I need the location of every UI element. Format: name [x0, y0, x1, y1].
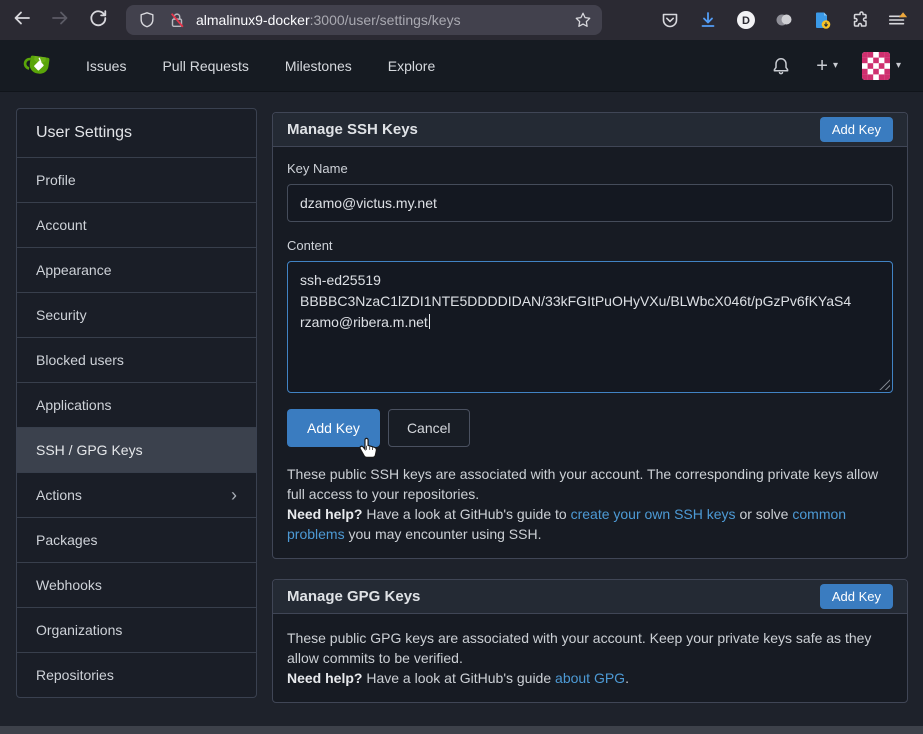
- ssh-panel-body: Key Name Content ssh-ed25519 BBBBC3NzaC1…: [273, 147, 907, 558]
- url-text: almalinux9-docker:3000/user/settings/key…: [196, 12, 461, 28]
- url-path: :3000/user/settings/keys: [310, 12, 461, 28]
- sidebar-item-account[interactable]: Account: [17, 202, 256, 247]
- create-ssh-keys-link[interactable]: create your own SSH keys: [571, 506, 736, 522]
- gpg-header-add-key-button[interactable]: Add Key: [820, 584, 893, 609]
- sidebar-item-ssh-gpg-keys[interactable]: SSH / GPG Keys: [17, 427, 256, 472]
- forward-icon: [50, 8, 70, 33]
- menu-hamburger-icon[interactable]: [887, 9, 909, 31]
- need-help-label: Need help?: [287, 670, 362, 686]
- gpg-panel-title: Manage GPG Keys: [287, 588, 420, 605]
- sidebar-item-security[interactable]: Security: [17, 292, 256, 337]
- chevron-right-icon: ›: [231, 486, 237, 504]
- nav-link-explore[interactable]: Explore: [388, 58, 435, 74]
- plus-icon: +: [816, 56, 828, 76]
- sidebar-item-packages[interactable]: Packages: [17, 517, 256, 562]
- sidebar-item-repositories[interactable]: Repositories: [17, 652, 256, 697]
- cancel-button[interactable]: Cancel: [388, 409, 470, 447]
- resize-grip[interactable]: [879, 379, 890, 390]
- pocket-icon[interactable]: [659, 9, 681, 31]
- extension-gray-icon[interactable]: [773, 9, 795, 31]
- about-gpg-link[interactable]: about GPG: [555, 670, 625, 686]
- sidebar-title: User Settings: [17, 109, 256, 157]
- key-name-input[interactable]: [287, 184, 893, 222]
- svg-text:D: D: [742, 15, 750, 27]
- notifications-bell-icon[interactable]: [770, 55, 792, 77]
- main-column: Manage SSH Keys Add Key Key Name Content…: [272, 112, 908, 703]
- content-field: Content ssh-ed25519 BBBBC3NzaC1lZDI1NTE5…: [287, 238, 893, 393]
- nav-links: Issues Pull Requests Milestones Explore: [86, 58, 435, 74]
- forward-button[interactable]: [44, 5, 76, 35]
- document-badge-extension-icon[interactable]: [811, 9, 833, 31]
- sidebar-item-profile[interactable]: Profile: [17, 157, 256, 202]
- duckduckgo-extension-icon[interactable]: D: [735, 9, 757, 31]
- app-navbar: Issues Pull Requests Milestones Explore …: [0, 40, 923, 92]
- downloads-icon[interactable]: [697, 9, 719, 31]
- key-name-label: Key Name: [287, 161, 893, 176]
- ssh-help-text: These public SSH keys are associated wit…: [287, 464, 893, 544]
- user-menu-dropdown[interactable]: ▾: [862, 52, 901, 80]
- nav-link-pull-requests[interactable]: Pull Requests: [162, 58, 248, 74]
- nav-link-issues[interactable]: Issues: [86, 58, 126, 74]
- gpg-panel-body: These public GPG keys are associated wit…: [273, 614, 907, 702]
- avatar: [862, 52, 890, 80]
- screen: almalinux9-docker:3000/user/settings/key…: [0, 0, 923, 734]
- bookmark-star-icon[interactable]: [574, 11, 592, 29]
- back-button[interactable]: [6, 5, 38, 35]
- content-textarea[interactable]: ssh-ed25519 BBBBC3NzaC1lZDI1NTE5DDDDIDAN…: [287, 261, 893, 393]
- page-content: User Settings Profile Account Appearance…: [0, 92, 923, 734]
- sidebar-item-organizations[interactable]: Organizations: [17, 607, 256, 652]
- gpg-panel-header: Manage GPG Keys Add Key: [273, 580, 907, 614]
- chevron-down-icon: ▾: [896, 60, 901, 71]
- ssh-keys-panel: Manage SSH Keys Add Key Key Name Content…: [272, 112, 908, 559]
- browser-toolbar: almalinux9-docker:3000/user/settings/key…: [0, 0, 923, 40]
- sidebar-item-applications[interactable]: Applications: [17, 382, 256, 427]
- sidebar-item-actions[interactable]: Actions›: [17, 472, 256, 517]
- reload-button[interactable]: [82, 5, 114, 35]
- url-bar[interactable]: almalinux9-docker:3000/user/settings/key…: [126, 5, 602, 35]
- key-name-field: Key Name: [287, 161, 893, 222]
- reload-icon: [88, 8, 108, 33]
- need-help-label: Need help?: [287, 506, 362, 522]
- back-icon: [12, 8, 32, 33]
- ssh-panel-title: Manage SSH Keys: [287, 121, 418, 138]
- browser-extension-area: D: [659, 9, 923, 31]
- url-host: almalinux9-docker: [196, 12, 310, 28]
- content-textarea-value: ssh-ed25519 BBBBC3NzaC1lZDI1NTE5DDDDIDAN…: [300, 272, 851, 330]
- nav-link-milestones[interactable]: Milestones: [285, 58, 352, 74]
- extensions-puzzle-icon[interactable]: [849, 9, 871, 31]
- navbar-right: + ▾ ▾: [770, 52, 923, 80]
- settings-sidebar: User Settings Profile Account Appearance…: [16, 108, 257, 698]
- sidebar-item-webhooks[interactable]: Webhooks: [17, 562, 256, 607]
- form-buttons: Add Key Cancel: [287, 409, 893, 447]
- content-label: Content: [287, 238, 893, 253]
- gitea-logo[interactable]: [22, 50, 56, 82]
- text-caret: [429, 314, 430, 329]
- ssh-panel-header: Manage SSH Keys Add Key: [273, 113, 907, 147]
- insecure-lock-icon[interactable]: [166, 9, 188, 31]
- gpg-help-text: These public GPG keys are associated wit…: [287, 628, 893, 688]
- add-key-submit-button[interactable]: Add Key: [287, 409, 380, 447]
- ssh-header-add-key-button[interactable]: Add Key: [820, 117, 893, 142]
- sidebar-item-appearance[interactable]: Appearance: [17, 247, 256, 292]
- create-new-dropdown[interactable]: + ▾: [816, 56, 838, 76]
- sidebar-item-blocked-users[interactable]: Blocked users: [17, 337, 256, 382]
- shield-icon[interactable]: [136, 9, 158, 31]
- window-bottom-edge: [0, 726, 923, 734]
- chevron-down-icon: ▾: [833, 60, 838, 71]
- gpg-keys-panel: Manage GPG Keys Add Key These public GPG…: [272, 579, 908, 703]
